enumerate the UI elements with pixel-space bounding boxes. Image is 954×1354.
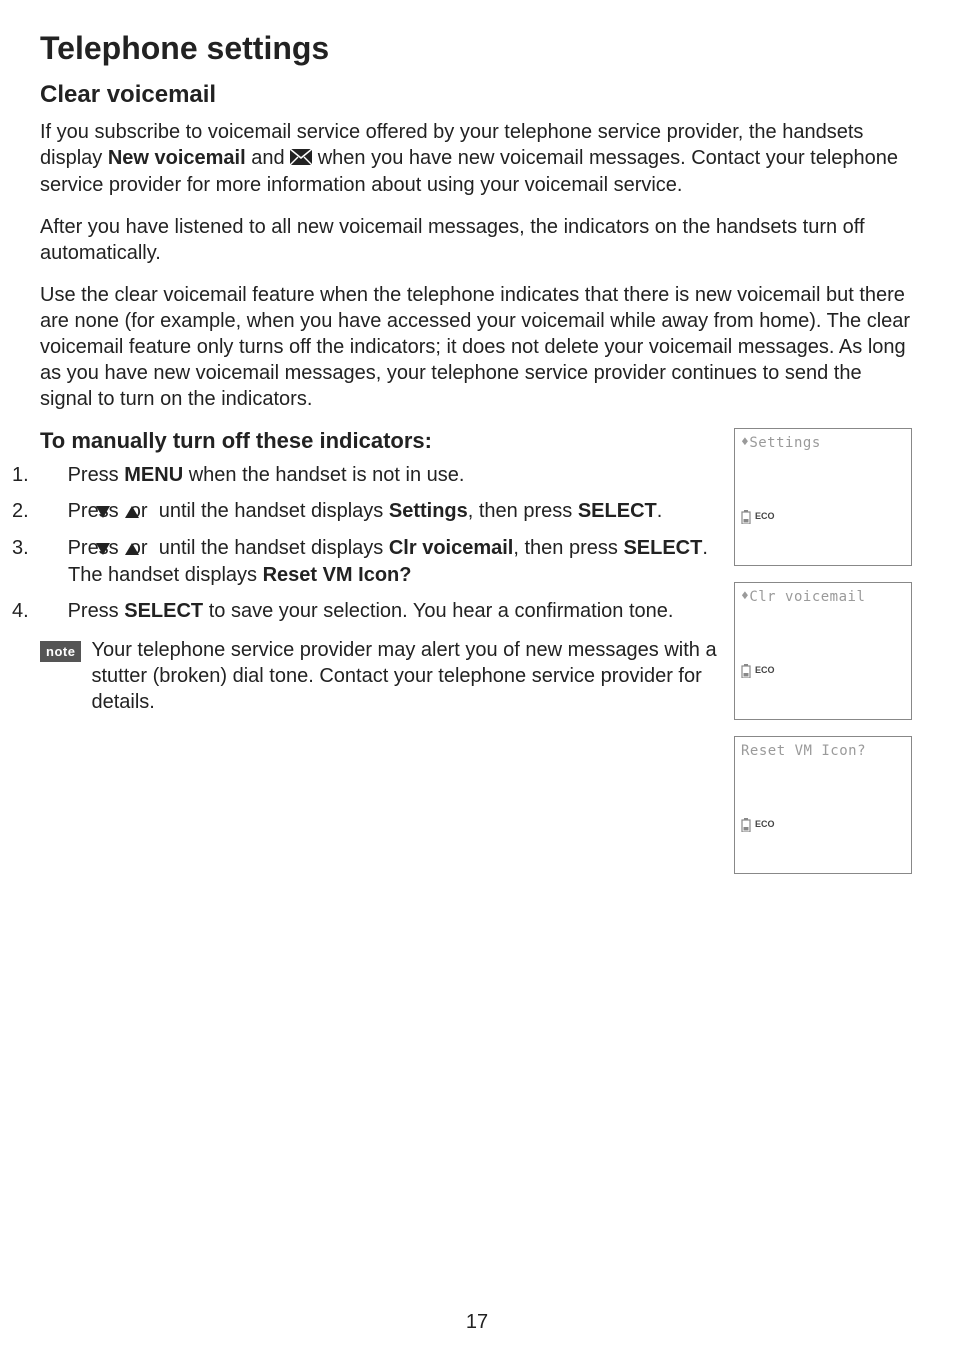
s3-clr: Clr voicemail	[389, 537, 514, 559]
screen-line: Reset VM Icon?	[741, 743, 905, 759]
screen-line: ♦Settings	[741, 435, 905, 451]
s1-post: when the handset is not in use.	[183, 464, 464, 486]
s2-select: SELECT	[578, 500, 657, 522]
battery-icon	[741, 663, 751, 677]
paragraph-3: Use the clear voicemail feature when the…	[40, 282, 914, 412]
s2-settings: Settings	[389, 500, 468, 522]
eco-label: ECO	[755, 511, 775, 521]
s1-menu: MENU	[124, 464, 183, 486]
s3-reset: Reset VM Icon?	[263, 564, 412, 586]
instructions-left: To manually turn off these indicators: 1…	[40, 428, 734, 715]
paragraph-1: If you subscribe to voicemail service of…	[40, 119, 914, 198]
eco-label: ECO	[755, 665, 775, 675]
page-number: 17	[0, 1311, 954, 1334]
s4-select: SELECT	[124, 600, 203, 622]
s2-mid3: , then press	[468, 500, 578, 522]
section-title: Clear voicemail	[40, 81, 914, 109]
screen2-text: Clr voicemail	[749, 589, 865, 605]
s2-mid2: until the handset displays	[153, 500, 389, 522]
screen-line: ♦Clr voicemail	[741, 589, 905, 605]
handset-screen-reset-vm: Reset VM Icon? ECO	[734, 736, 912, 874]
note-text: Your telephone service provider may aler…	[91, 637, 720, 715]
step-2: 2. Press or until the handset displays S…	[40, 498, 720, 525]
steps-list: 1. Press MENU when the handset is not in…	[40, 462, 720, 625]
s1-pre: Press	[68, 464, 125, 486]
screens-column: ♦Settings ECO ♦Clr voicemail ECO Reset V…	[734, 428, 914, 890]
page-title: Telephone settings	[40, 30, 914, 67]
s3-select: SELECT	[623, 537, 702, 559]
s4-post: to save your selection. You hear a confi…	[203, 600, 673, 622]
para1-bold: New voicemail	[108, 147, 246, 169]
s2-post: .	[657, 500, 663, 522]
screen-status: ECO	[741, 509, 775, 523]
battery-icon	[741, 509, 751, 523]
battery-icon	[741, 817, 751, 831]
s3-mid2: until the handset displays	[153, 537, 389, 559]
envelope-icon	[290, 146, 312, 172]
screen1-text: Settings	[749, 435, 820, 451]
para1-mid: and	[246, 147, 290, 169]
screen-status: ECO	[741, 817, 775, 831]
note-row: note Your telephone service provider may…	[40, 637, 720, 715]
s3-mid3: , then press	[513, 537, 623, 559]
instructions-row: To manually turn off these indicators: 1…	[40, 428, 914, 890]
eco-label: ECO	[755, 819, 775, 829]
screen-status: ECO	[741, 663, 775, 677]
handset-screen-clr-voicemail: ♦Clr voicemail ECO	[734, 582, 912, 720]
screen3-text: Reset VM Icon?	[741, 743, 866, 759]
s4-pre: Press	[68, 600, 125, 622]
note-badge: note	[40, 641, 81, 662]
sub-heading: To manually turn off these indicators:	[40, 428, 720, 454]
paragraph-2: After you have listened to all new voice…	[40, 214, 914, 266]
page-container: Telephone settings Clear voicemail If yo…	[0, 0, 954, 1354]
step-4: 4. Press SELECT to save your selection. …	[40, 598, 720, 624]
handset-screen-settings: ♦Settings ECO	[734, 428, 912, 566]
step-1: 1. Press MENU when the handset is not in…	[40, 462, 720, 488]
step-3: 3. Press or until the handset displays C…	[40, 535, 720, 588]
